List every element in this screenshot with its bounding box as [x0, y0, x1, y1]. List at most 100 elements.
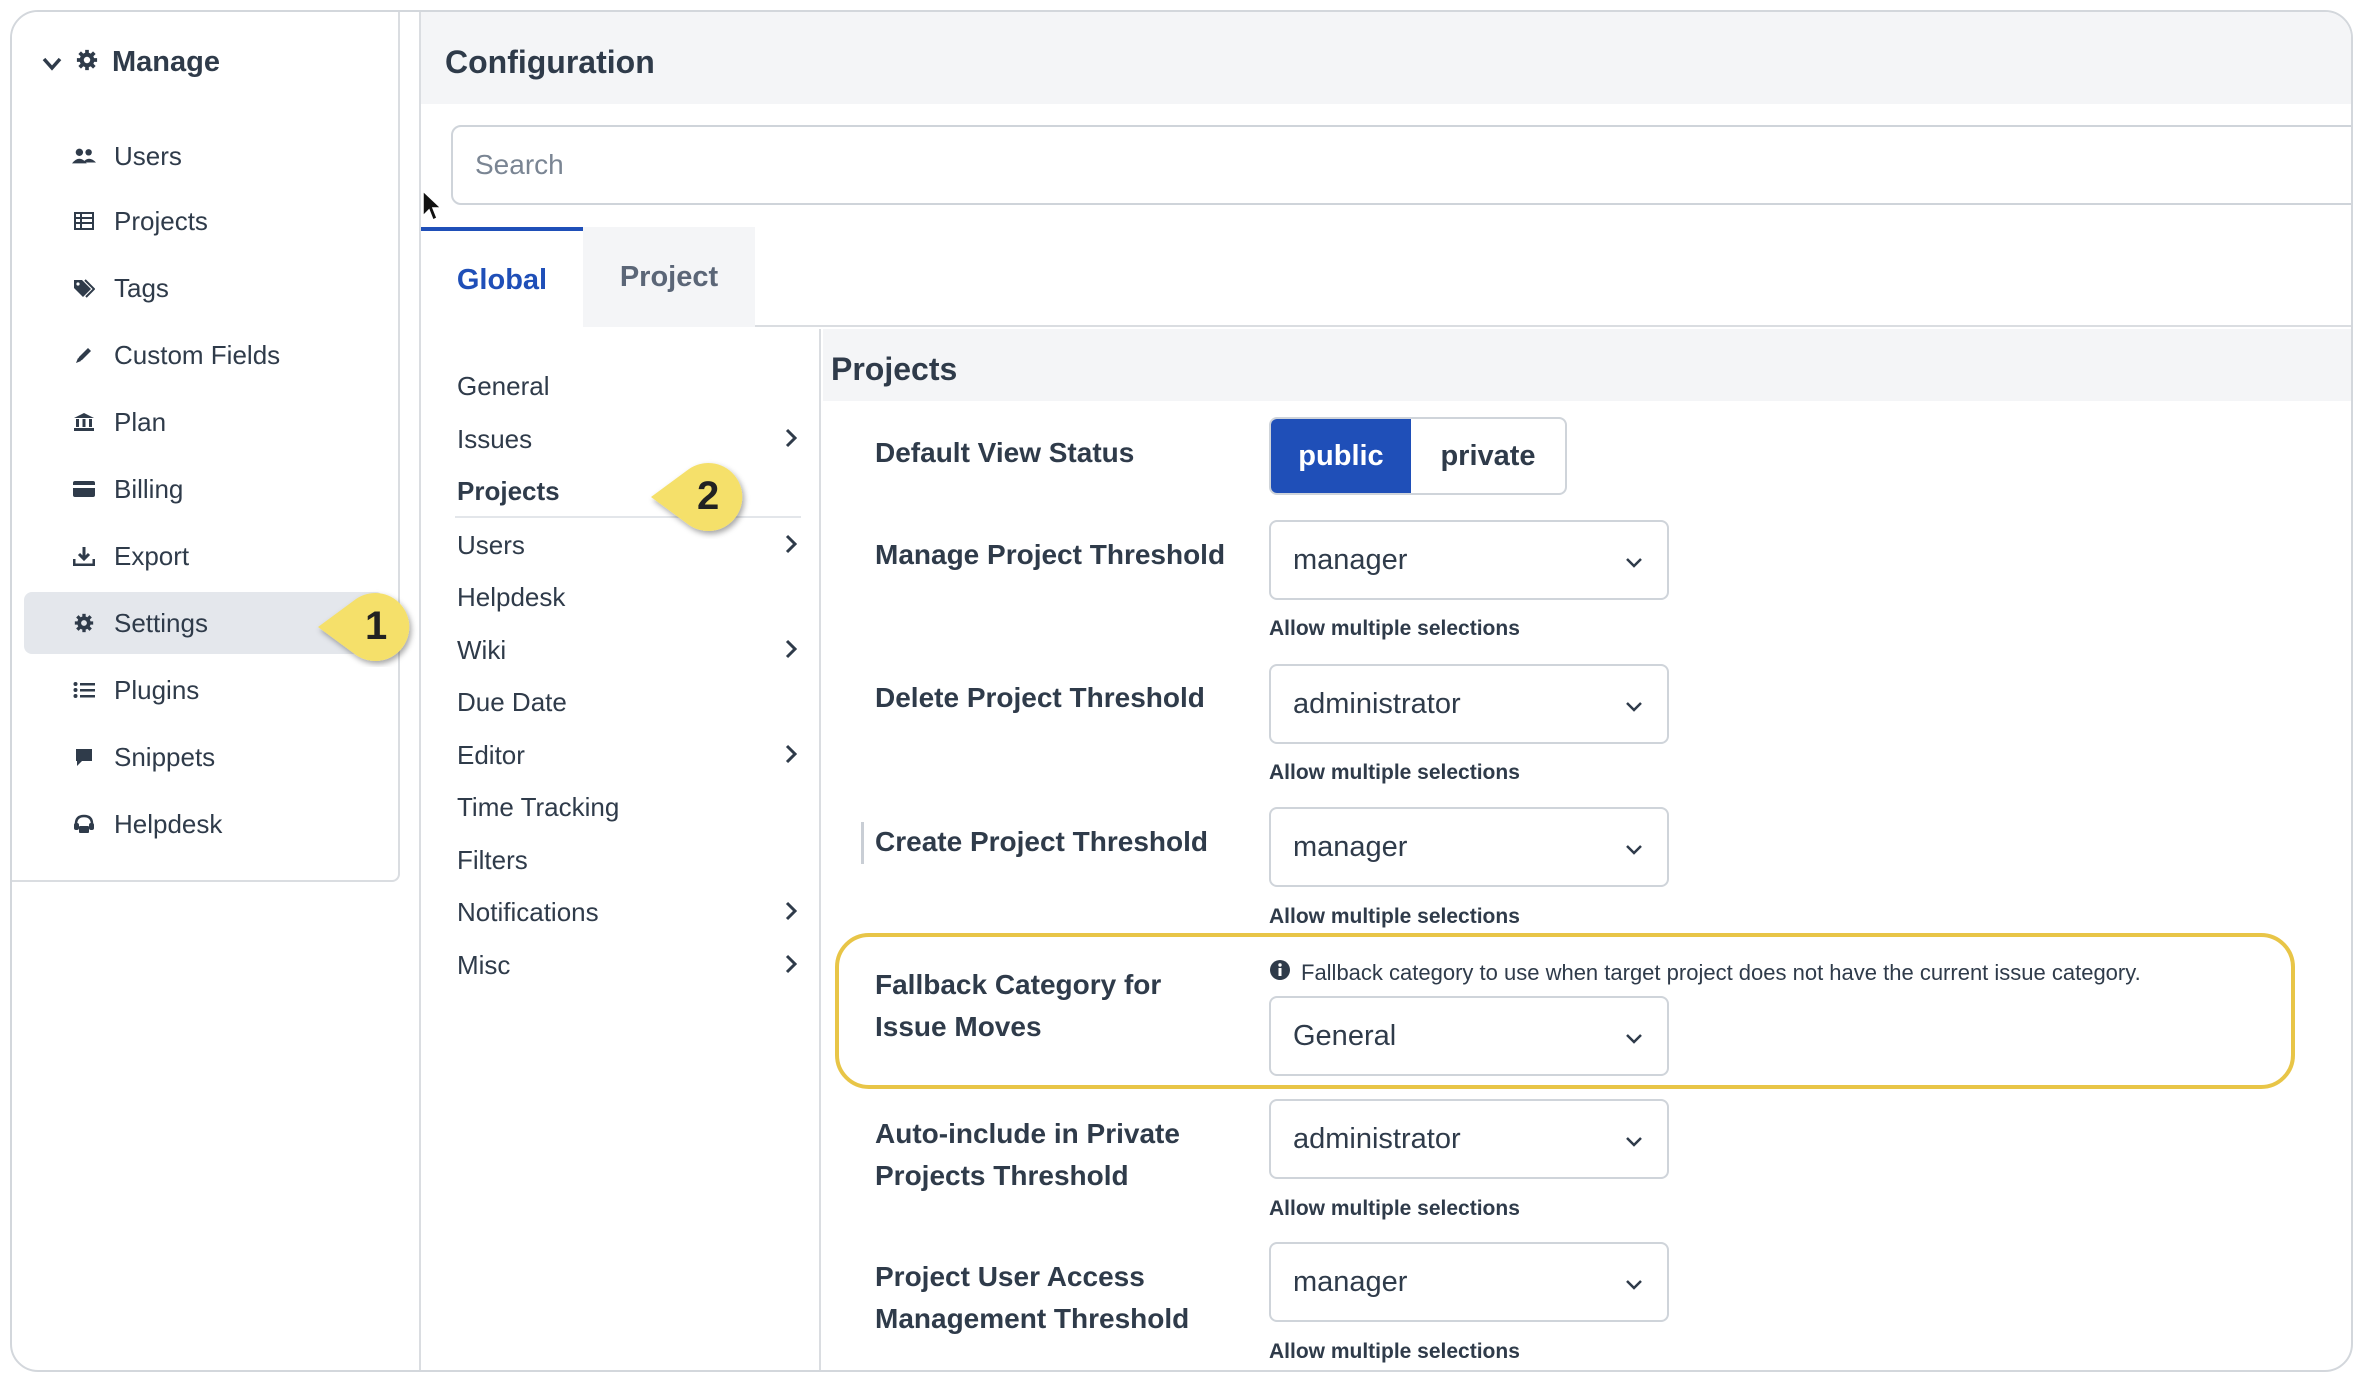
callout-number: 1 — [365, 604, 388, 648]
fallback-category-select[interactable]: General — [1269, 996, 1669, 1076]
sidebar-item-tags[interactable]: Tags — [24, 257, 384, 319]
helpdesk-icon — [72, 814, 96, 834]
sidebar-item-snippets[interactable]: Snippets — [24, 726, 384, 788]
search-input[interactable] — [451, 125, 2351, 205]
chevron-down-icon — [1625, 688, 1643, 721]
select-value: General — [1293, 1019, 1397, 1052]
auto-include-label: Auto-include in Private Projects Thresho… — [875, 1113, 1255, 1197]
chevron-down-icon — [1625, 1123, 1643, 1156]
user-access-select[interactable]: manager — [1269, 1242, 1669, 1322]
subnav-item-misc[interactable]: Misc — [457, 940, 798, 990]
info-text: Fallback category to use when target pro… — [1301, 960, 2141, 985]
subnav-item-editor[interactable]: Editor — [457, 730, 798, 780]
subnav-label: Issues — [457, 423, 533, 454]
callout-badge-2: 2 — [643, 459, 753, 544]
subnav-label: Helpdesk — [457, 581, 566, 612]
select-value: manager — [1293, 543, 1408, 576]
sidebar-item-plan[interactable]: Plan — [24, 391, 384, 453]
sidebar-item-label: Snippets — [114, 741, 216, 772]
chevron-right-icon — [785, 897, 798, 928]
users-icon — [72, 146, 96, 166]
comment-icon — [72, 747, 96, 767]
projects-settings: Projects Default View Status public priv… — [823, 329, 2351, 1370]
chevron-right-icon — [785, 530, 798, 561]
gear-icon — [72, 613, 96, 633]
callout-number: 2 — [697, 474, 720, 518]
manage-label: Manage — [112, 46, 220, 78]
fallback-category-label: Fallback Category for Issue Moves — [875, 964, 1255, 1048]
config-header: Configuration — [421, 12, 2351, 104]
label-line: Projects Threshold — [875, 1160, 1129, 1191]
settings-subnav: General Issues Projects Users Helpdesk W… — [421, 329, 821, 1370]
auto-include-select[interactable]: administrator — [1269, 1099, 1669, 1179]
callout-badge-1: 1 — [308, 587, 418, 672]
subnav-item-filters[interactable]: Filters — [457, 835, 797, 885]
chevron-right-icon — [785, 950, 798, 981]
subnav-item-time-tracking[interactable]: Time Tracking — [457, 782, 797, 832]
user-access-label: Project User Access Management Threshold — [875, 1256, 1255, 1340]
label-line: Management Threshold — [875, 1303, 1190, 1334]
section-header: Projects — [823, 329, 2351, 401]
public-option[interactable]: public — [1271, 419, 1411, 493]
sidebar-item-helpdesk[interactable]: Helpdesk — [24, 793, 384, 855]
sidebar-item-label: Export — [114, 540, 190, 571]
sidebar-item-label: Settings — [114, 607, 208, 638]
manage-threshold-select[interactable]: manager — [1269, 520, 1669, 600]
subnav-item-wiki[interactable]: Wiki — [457, 625, 798, 675]
chevron-down-icon — [1625, 1266, 1643, 1299]
subnav-item-notifications[interactable]: Notifications — [457, 887, 798, 937]
chevron-down-icon — [42, 46, 62, 79]
hint-text: Allow multiple selections — [1269, 761, 1520, 784]
subnav-item-general[interactable]: General — [457, 361, 797, 411]
tab-project[interactable]: Project — [583, 227, 755, 327]
sidebar-item-label: Projects — [114, 205, 208, 236]
subnav-item-due-date[interactable]: Due Date — [457, 677, 797, 727]
sidebar: Manage Users Projects Tags Custom Fields… — [12, 12, 400, 882]
default-view-label: Default View Status — [875, 437, 1135, 468]
row-marker — [861, 822, 864, 864]
chevron-right-icon — [785, 424, 798, 455]
hint-text: Allow multiple selections — [1269, 617, 1520, 640]
delete-threshold-label: Delete Project Threshold — [875, 682, 1205, 713]
delete-threshold-select[interactable]: administrator — [1269, 664, 1669, 744]
chevron-right-icon — [785, 740, 798, 771]
hint-text: Allow multiple selections — [1269, 1197, 1520, 1220]
sidebar-item-label: Users — [114, 140, 182, 171]
chevron-down-icon — [1625, 831, 1643, 864]
subnav-label: Wiki — [457, 634, 507, 665]
hint-text: Allow multiple selections — [1269, 1340, 1520, 1363]
sidebar-item-export[interactable]: Export — [24, 525, 384, 587]
gear-icon — [76, 46, 98, 79]
subnav-label: Misc — [457, 949, 511, 980]
subnav-label: Editor — [457, 739, 525, 770]
manage-header[interactable]: Manage — [42, 46, 220, 79]
sidebar-item-users[interactable]: Users — [24, 125, 384, 187]
sidebar-item-custom-fields[interactable]: Custom Fields — [24, 324, 384, 386]
subnav-item-helpdesk[interactable]: Helpdesk — [457, 572, 797, 622]
select-value: manager — [1293, 1265, 1408, 1298]
chevron-down-icon — [1625, 1020, 1643, 1053]
sidebar-item-projects[interactable]: Projects — [24, 190, 384, 252]
credit-card-icon — [72, 480, 96, 498]
sidebar-item-label: Helpdesk — [114, 808, 223, 839]
subnav-item-issues[interactable]: Issues — [457, 414, 798, 464]
view-status-toggle: public private — [1269, 417, 1567, 495]
tab-global[interactable]: Global — [421, 227, 583, 329]
label-line: Project User Access — [875, 1261, 1145, 1292]
chevron-down-icon — [1625, 544, 1643, 577]
info-icon — [1269, 959, 1291, 987]
label-line: Issue Moves — [875, 1011, 1042, 1042]
fallback-info: Fallback category to use when target pro… — [1269, 959, 2141, 987]
create-threshold-select[interactable]: manager — [1269, 807, 1669, 887]
private-option[interactable]: private — [1411, 419, 1565, 493]
table-icon — [72, 212, 96, 230]
select-value: administrator — [1293, 1122, 1461, 1155]
app-window: Manage Users Projects Tags Custom Fields… — [10, 10, 2353, 1372]
pencil-icon — [72, 345, 96, 365]
sidebar-item-billing[interactable]: Billing — [24, 458, 384, 520]
subnav-label: Time Tracking — [457, 791, 620, 822]
page-title: Configuration — [445, 44, 655, 80]
chevron-right-icon — [785, 635, 798, 666]
sidebar-item-label: Custom Fields — [114, 339, 281, 370]
mouse-cursor — [422, 189, 443, 227]
